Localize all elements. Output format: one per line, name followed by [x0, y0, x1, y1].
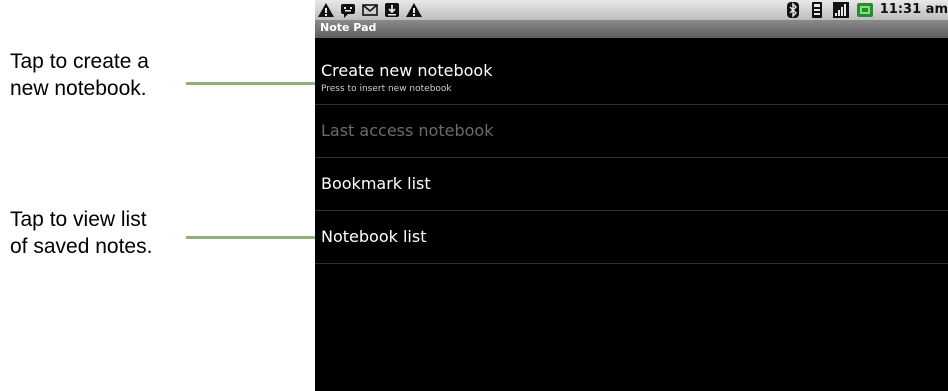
battery-icon — [856, 3, 873, 17]
callout-view-line-2: of saved notes. — [10, 235, 153, 258]
menu-item-label: Bookmark list — [321, 174, 431, 193]
menu-item-label: Create new notebook — [321, 61, 493, 80]
callout-view-line-1: Tap to view list — [10, 208, 147, 231]
menu-item-last-access-notebook[interactable]: Last access notebook — [315, 105, 948, 158]
callout-create-line-1: Tap to create a — [10, 50, 149, 73]
device-screen: 11:31 am Note Pad Create new notebook Pr… — [315, 0, 948, 391]
app-title-bar: Note Pad — [315, 20, 948, 38]
menu-item-label: Last access notebook — [321, 121, 494, 140]
bluetooth-icon — [786, 2, 799, 18]
warning-icon — [406, 3, 422, 17]
callout-view-leader-line — [186, 236, 315, 239]
callout-create-leader-line — [186, 82, 315, 85]
chat-icon — [341, 4, 355, 18]
menu-item-create-new-notebook[interactable]: Create new notebook Press to insert new … — [315, 38, 948, 105]
callout-create-notebook: Tap to create a new notebook. — [10, 48, 149, 102]
callout-create-line-2: new notebook. — [10, 77, 147, 100]
menu-item-notebook-list[interactable]: Notebook list — [315, 211, 948, 264]
signal-icon — [832, 2, 849, 18]
app-title: Note Pad — [320, 21, 377, 34]
status-time: 11:31 am — [879, 2, 948, 17]
menu-item-label: Notebook list — [321, 227, 427, 246]
notification-icons — [317, 1, 423, 19]
warning-icon — [318, 3, 334, 17]
menu-item-sublabel: Press to insert new notebook — [321, 84, 452, 94]
status-bar: 11:31 am — [315, 0, 948, 20]
callout-view-notes: Tap to view list of saved notes. — [10, 206, 152, 260]
mail-icon — [362, 4, 378, 16]
download-icon — [385, 3, 399, 17]
notepad-menu-list: Create new notebook Press to insert new … — [315, 38, 948, 264]
menu-item-bookmark-list[interactable]: Bookmark list — [315, 158, 948, 211]
system-indicators: 11:31 am — [784, 1, 948, 19]
wifi-icon — [811, 2, 822, 18]
